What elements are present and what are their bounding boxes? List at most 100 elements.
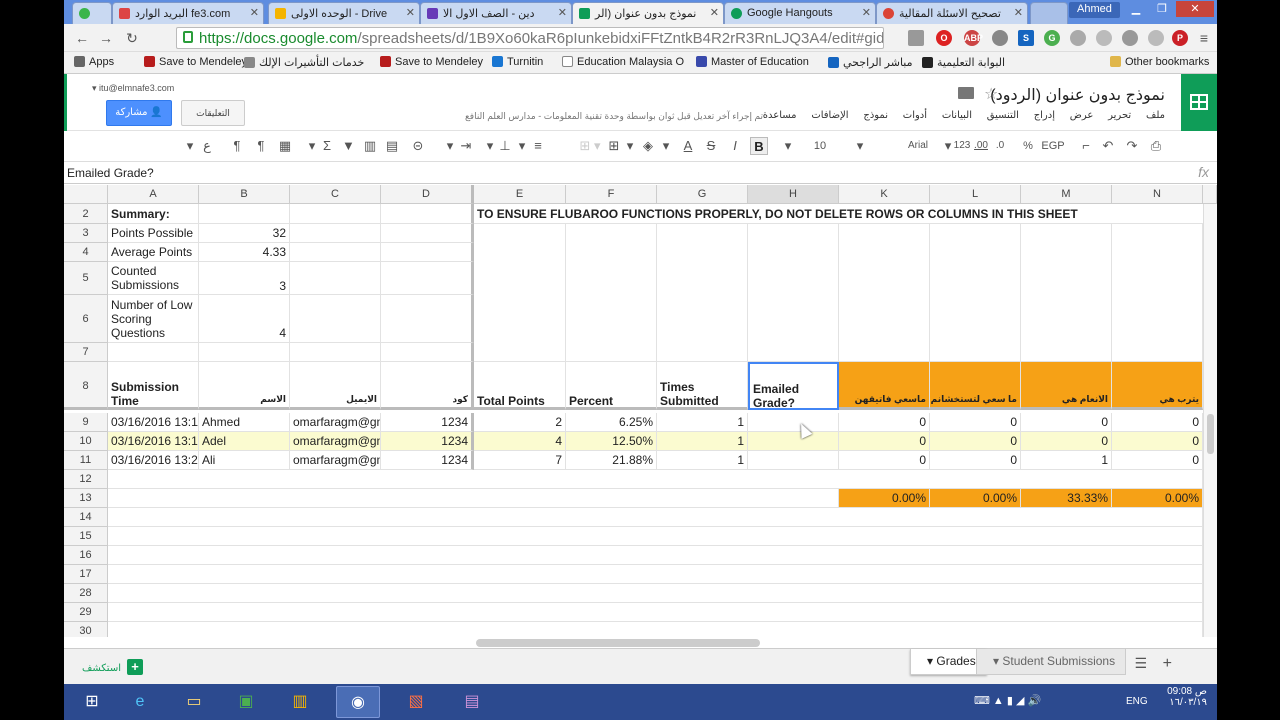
url-input[interactable]: https://docs.google.com/spreadsheets/d/1… [176, 27, 884, 49]
decrease-decimals-button[interactable]: .0 [992, 137, 1008, 155]
close-icon[interactable]: ✕ [1014, 6, 1023, 19]
spreadsheet-grid[interactable]: A B C D E F G H K L M N 2 3 4 5 6 7 8 9 … [64, 185, 1217, 637]
add-sheet-icon[interactable]: + [1163, 655, 1172, 673]
row-header-2[interactable]: 2 [64, 204, 108, 224]
undo-icon[interactable]: ↶ [1100, 137, 1116, 155]
system-tray-icons[interactable]: ⌨ ▲ ▮ ◢ 🔊 [974, 694, 1041, 707]
row-blank[interactable] [108, 565, 1203, 584]
menu-format[interactable]: التنسيق [987, 110, 1019, 121]
row-header-13[interactable]: 13 [64, 489, 108, 508]
filter-icon[interactable]: ▼ [342, 137, 355, 155]
text-color-icon[interactable]: A [680, 137, 696, 155]
ltr-paragraph-icon[interactable]: ¶ [230, 137, 244, 155]
cell-m8-question[interactable]: الانعام هي [1021, 362, 1112, 410]
menu-data[interactable]: البيانات [942, 110, 972, 121]
cell-a4[interactable]: Average Points [108, 243, 199, 262]
cell-f10[interactable]: 12.50% [566, 432, 657, 451]
tab-whatsapp[interactable] [72, 2, 112, 24]
cell-a3[interactable]: Points Possible [108, 224, 199, 243]
row-header-6[interactable]: 6 [64, 295, 108, 343]
pinterest-icon[interactable]: P [1172, 30, 1188, 46]
cell-h9[interactable] [748, 413, 839, 432]
tab-sheets-active[interactable]: نموذج بدون عنوان (الر ✕ [572, 2, 724, 24]
row-header-16[interactable]: 16 [64, 546, 108, 565]
folder-icon[interactable] [958, 87, 974, 99]
close-icon[interactable]: ✕ [862, 6, 871, 19]
column-header-d[interactable]: D [381, 185, 474, 204]
app-icon[interactable]: ▥ [278, 686, 322, 718]
row-header-12[interactable]: 12 [64, 470, 108, 489]
cell-n11[interactable]: 0 [1112, 451, 1203, 470]
row-blank[interactable] [108, 546, 1203, 565]
cell-a9[interactable]: 03/16/2016 13:11 [108, 413, 199, 432]
text-wrap-icon[interactable]: ⇥ [458, 137, 474, 155]
comments-button[interactable]: التعليقات [181, 100, 245, 126]
cell-h10[interactable] [748, 432, 839, 451]
cell-h11[interactable] [748, 451, 839, 470]
redo-icon[interactable]: ↷ [1124, 137, 1140, 155]
comment-icon[interactable]: ▤ [384, 137, 400, 155]
cell-b5[interactable]: 3 [199, 262, 290, 295]
dropdown-arrow-icon[interactable]: ▾ [782, 137, 794, 155]
cell-c9[interactable]: omarfaragm@gm [290, 413, 381, 432]
restore-button[interactable]: ❐ [1150, 1, 1174, 17]
cell-e11[interactable]: 7 [474, 451, 566, 470]
cell-b10[interactable]: Adel [199, 432, 290, 451]
document-title[interactable]: نموذج بدون عنوان (الردود) [990, 85, 1165, 105]
extension-icon[interactable] [1070, 30, 1086, 46]
cell-c10[interactable]: omarfaragm@gm [290, 432, 381, 451]
menu-form[interactable]: نموذج [863, 110, 888, 121]
dropdown-arrow-icon[interactable]: ▾ [516, 137, 528, 155]
cell-k10[interactable]: 0 [839, 432, 930, 451]
cell-block[interactable] [474, 224, 566, 362]
row-header-3[interactable]: 3 [64, 224, 108, 243]
adblock-icon[interactable]: ABP [964, 30, 983, 46]
column-header-g[interactable]: G [657, 185, 748, 204]
cell-n13[interactable]: 0.00% [1112, 489, 1203, 508]
row-header-4[interactable]: 4 [64, 243, 108, 262]
clock-icon[interactable] [1122, 30, 1138, 46]
font-family-select[interactable]: Arial [900, 137, 936, 155]
cell-block[interactable] [566, 224, 657, 362]
cell[interactable] [381, 204, 474, 224]
rtl-icon[interactable]: ع [200, 137, 214, 155]
cell-a8-header[interactable]: Submission Time [108, 362, 199, 410]
dropdown-arrow-icon[interactable]: ▾ [184, 137, 196, 155]
bookmark-rajhi[interactable]: مباشر الراجحي [828, 56, 913, 69]
cell[interactable] [381, 343, 474, 362]
cell-f11[interactable]: 21.88% [566, 451, 657, 470]
cell-l13[interactable]: 0.00% [930, 489, 1021, 508]
cell-m13[interactable]: 33.33% [1021, 489, 1112, 508]
forward-icon[interactable]: → [96, 28, 116, 48]
windows-start-icon[interactable]: ⊞ [70, 686, 114, 718]
cell-e10[interactable]: 4 [474, 432, 566, 451]
bookmark-apps[interactable]: Apps [74, 56, 114, 68]
print-icon[interactable]: ⎙ [1148, 137, 1164, 155]
opera-icon[interactable]: O [936, 30, 952, 46]
bookmark-page-icon[interactable] [908, 30, 924, 46]
bookmark-education-malaysia[interactable]: Education Malaysia O [562, 56, 684, 68]
cell-l10[interactable]: 0 [930, 432, 1021, 451]
minimize-button[interactable]: ▁ [1124, 1, 1148, 17]
column-header-n[interactable]: N [1112, 185, 1203, 204]
extension-icon[interactable] [1096, 30, 1112, 46]
cell-k13[interactable]: 0.00% [839, 489, 930, 508]
menu-file[interactable]: ملف [1146, 110, 1165, 121]
cell-b9[interactable]: Ahmed [199, 413, 290, 432]
cell-block[interactable] [930, 224, 1021, 362]
bookmark-turnitin[interactable]: Turnitin [492, 56, 543, 68]
extension-icon[interactable] [1148, 30, 1164, 46]
close-icon[interactable]: ✕ [558, 6, 567, 19]
clock[interactable]: 09:08 ص ١٦/٠٣/١٩ [1167, 686, 1207, 708]
cell-a11[interactable]: 03/16/2016 13:22 [108, 451, 199, 470]
row-header-29[interactable]: 29 [64, 603, 108, 622]
row-12-blank[interactable] [108, 470, 1203, 489]
cell-m9[interactable]: 0 [1021, 413, 1112, 432]
row-blank[interactable] [108, 622, 1203, 637]
dropdown-arrow-icon[interactable]: ▾ [444, 137, 456, 155]
internet-explorer-icon[interactable]: e [118, 686, 162, 718]
cell-g9[interactable]: 1 [657, 413, 748, 432]
tab-drive[interactable]: الوحده الاولى - Drive ✕ [268, 2, 420, 24]
currency-button[interactable]: EGP [1040, 137, 1066, 155]
increase-decimals-button[interactable]: .00 [972, 137, 990, 155]
